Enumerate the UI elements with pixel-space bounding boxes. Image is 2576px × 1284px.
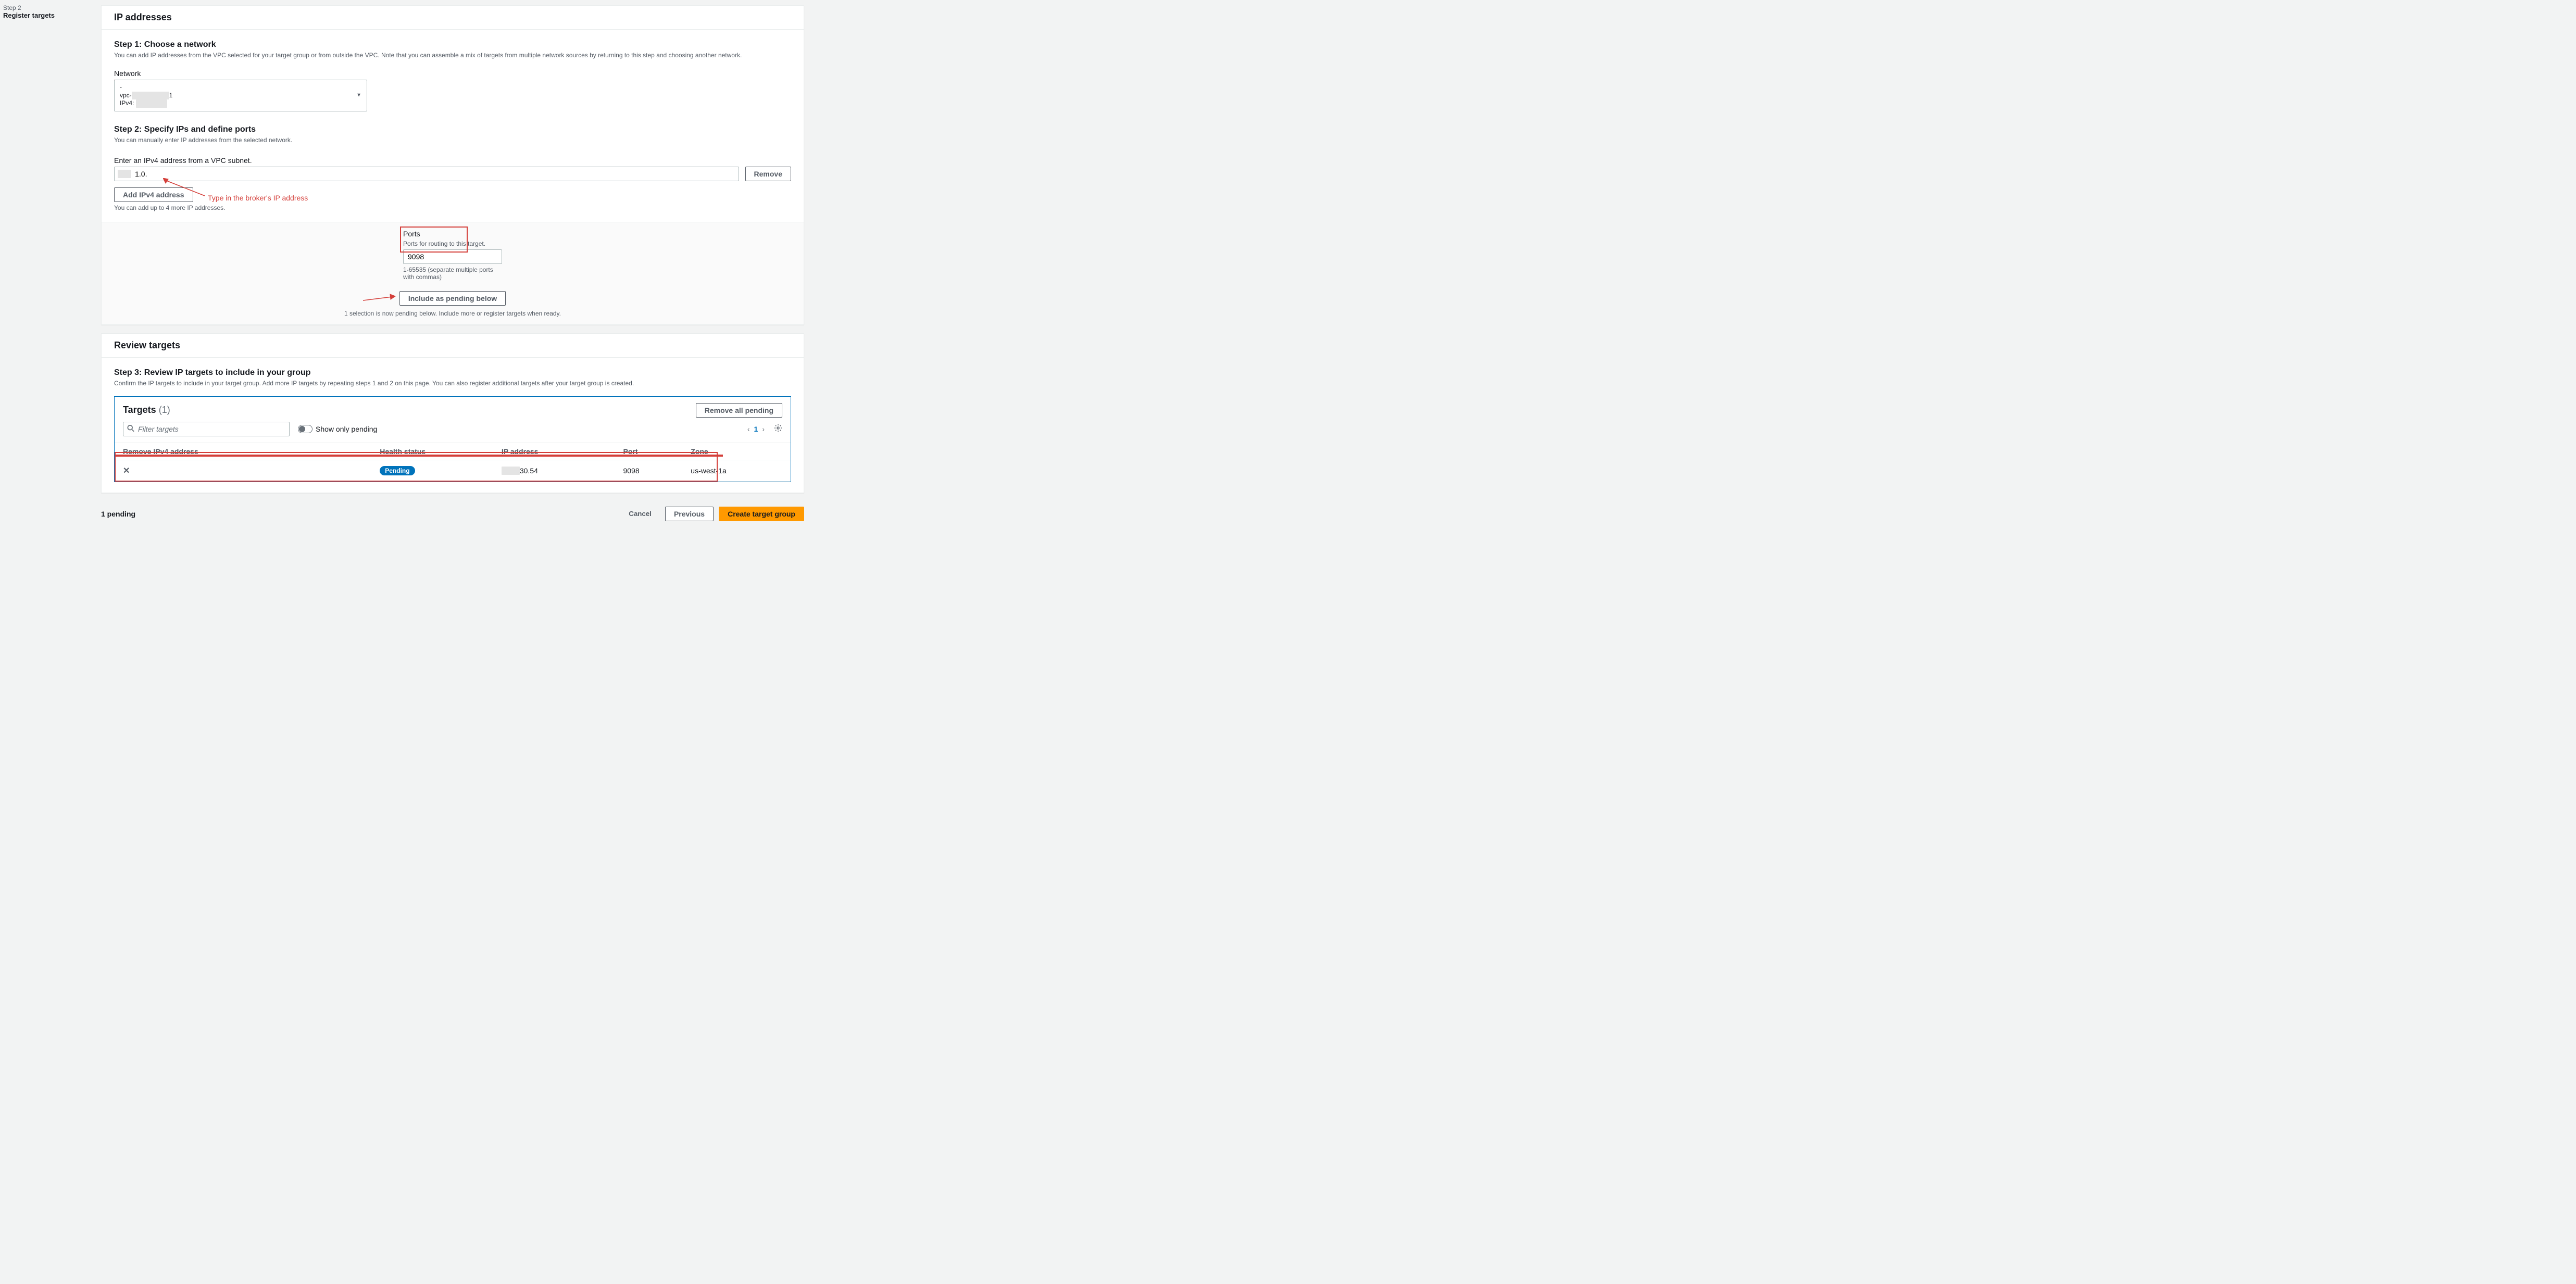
step1-desc: You can add IP addresses from the VPC se… [114,52,791,59]
pending-note: 1 selection is now pending below. Includ… [344,310,561,317]
previous-button[interactable]: Previous [665,507,714,521]
show-only-pending-toggle[interactable]: Show only pending [298,425,377,433]
row-port: 9098 [615,460,682,481]
include-pending-button[interactable]: Include as pending below [399,291,506,306]
col-ip: IP address [493,443,615,460]
sidebar-step-label: Step 2 [3,4,93,11]
review-targets-panel: Review targets Step 3: Review IP targets… [101,333,804,493]
bottom-bar: 1 pending Cancel Previous Create target … [101,501,804,523]
step2-heading: Step 2: Specify IPs and define ports [114,125,791,134]
page-number: 1 [754,425,758,433]
step1-section: Step 1: Choose a network You can add IP … [114,40,791,111]
col-zone: Zone [682,443,791,460]
status-badge: Pending [380,466,415,475]
review-title: Review targets [102,334,804,358]
ip-input-label: Enter an IPv4 address from a VPC subnet. [114,156,791,165]
pagination: ‹ 1 › [747,424,782,434]
wizard-sidebar: Step 2 Register targets [0,0,96,528]
ip-addresses-panel: IP addresses Step 1: Choose a network Yo… [101,5,804,325]
ports-desc: Ports for routing to this target. [403,240,502,247]
add-ip-help: You can add up to 4 more IP addresses. [114,204,791,211]
col-port: Port [615,443,682,460]
caret-down-icon: ▼ [356,92,361,99]
targets-table: Remove IPv4 address Health status IP add… [115,443,791,482]
filter-input[interactable] [123,422,290,436]
sidebar-step-title: Register targets [3,11,93,19]
settings-gear-icon[interactable] [774,424,782,434]
remove-row-button[interactable]: ✕ [123,465,130,476]
annotation-text-1: Type in the broker's IP address [208,194,308,202]
network-select-line2: vpc-xxxxxxxxxxxx1 [120,92,361,100]
pending-count: 1 pending [101,510,135,518]
step3-desc: Confirm the IP targets to include in you… [114,380,791,387]
table-row: ✕ Pending xxxxx30.54 9098 us-west-1a [115,460,791,481]
step2-desc: You can manually enter IP addresses from… [114,136,791,144]
ports-input[interactable] [403,249,502,264]
remove-ip-button[interactable]: Remove [745,167,791,181]
step2-section: Step 2: Specify IPs and define ports You… [114,125,791,211]
network-select-line3: IPv4: xxxxxxxxxx [120,99,361,108]
step1-heading: Step 1: Choose a network [114,40,791,49]
network-label: Network [114,69,791,78]
search-icon [127,424,134,433]
row-zone: us-west-1a [682,460,791,481]
targets-container: Targets (1) Remove all pending Show [114,396,791,482]
create-target-group-button[interactable]: Create target group [719,507,804,521]
ip-addresses-title: IP addresses [102,6,804,30]
row-ip: xxxxx30.54 [493,460,615,481]
annotation-arrow-2 [363,293,399,304]
prev-page-icon[interactable]: ‹ [747,425,750,433]
network-select-line1: - [120,83,361,92]
ip-panel-footer: Ports Ports for routing to this target. … [102,222,804,324]
col-health: Health status [371,443,493,460]
col-remove: Remove IPv4 address [115,443,371,460]
remove-all-pending-button[interactable]: Remove all pending [696,403,782,418]
table-header-row: Remove IPv4 address Health status IP add… [115,443,791,460]
ports-hint: 1-65535 (separate multiple ports with co… [403,266,502,281]
cancel-button[interactable]: Cancel [620,507,660,521]
next-page-icon[interactable]: › [762,425,765,433]
network-select[interactable]: - vpc-xxxxxxxxxxxx1 IPv4: xxxxxxxxxx ▼ [114,80,367,111]
toggle-icon [298,425,312,433]
step3-heading: Step 3: Review IP targets to include in … [114,368,791,377]
main-content: IP addresses Step 1: Choose a network Yo… [96,0,809,528]
filter-targets-search[interactable] [123,422,290,436]
targets-heading: Targets (1) [123,405,170,416]
ports-label: Ports [403,230,502,238]
